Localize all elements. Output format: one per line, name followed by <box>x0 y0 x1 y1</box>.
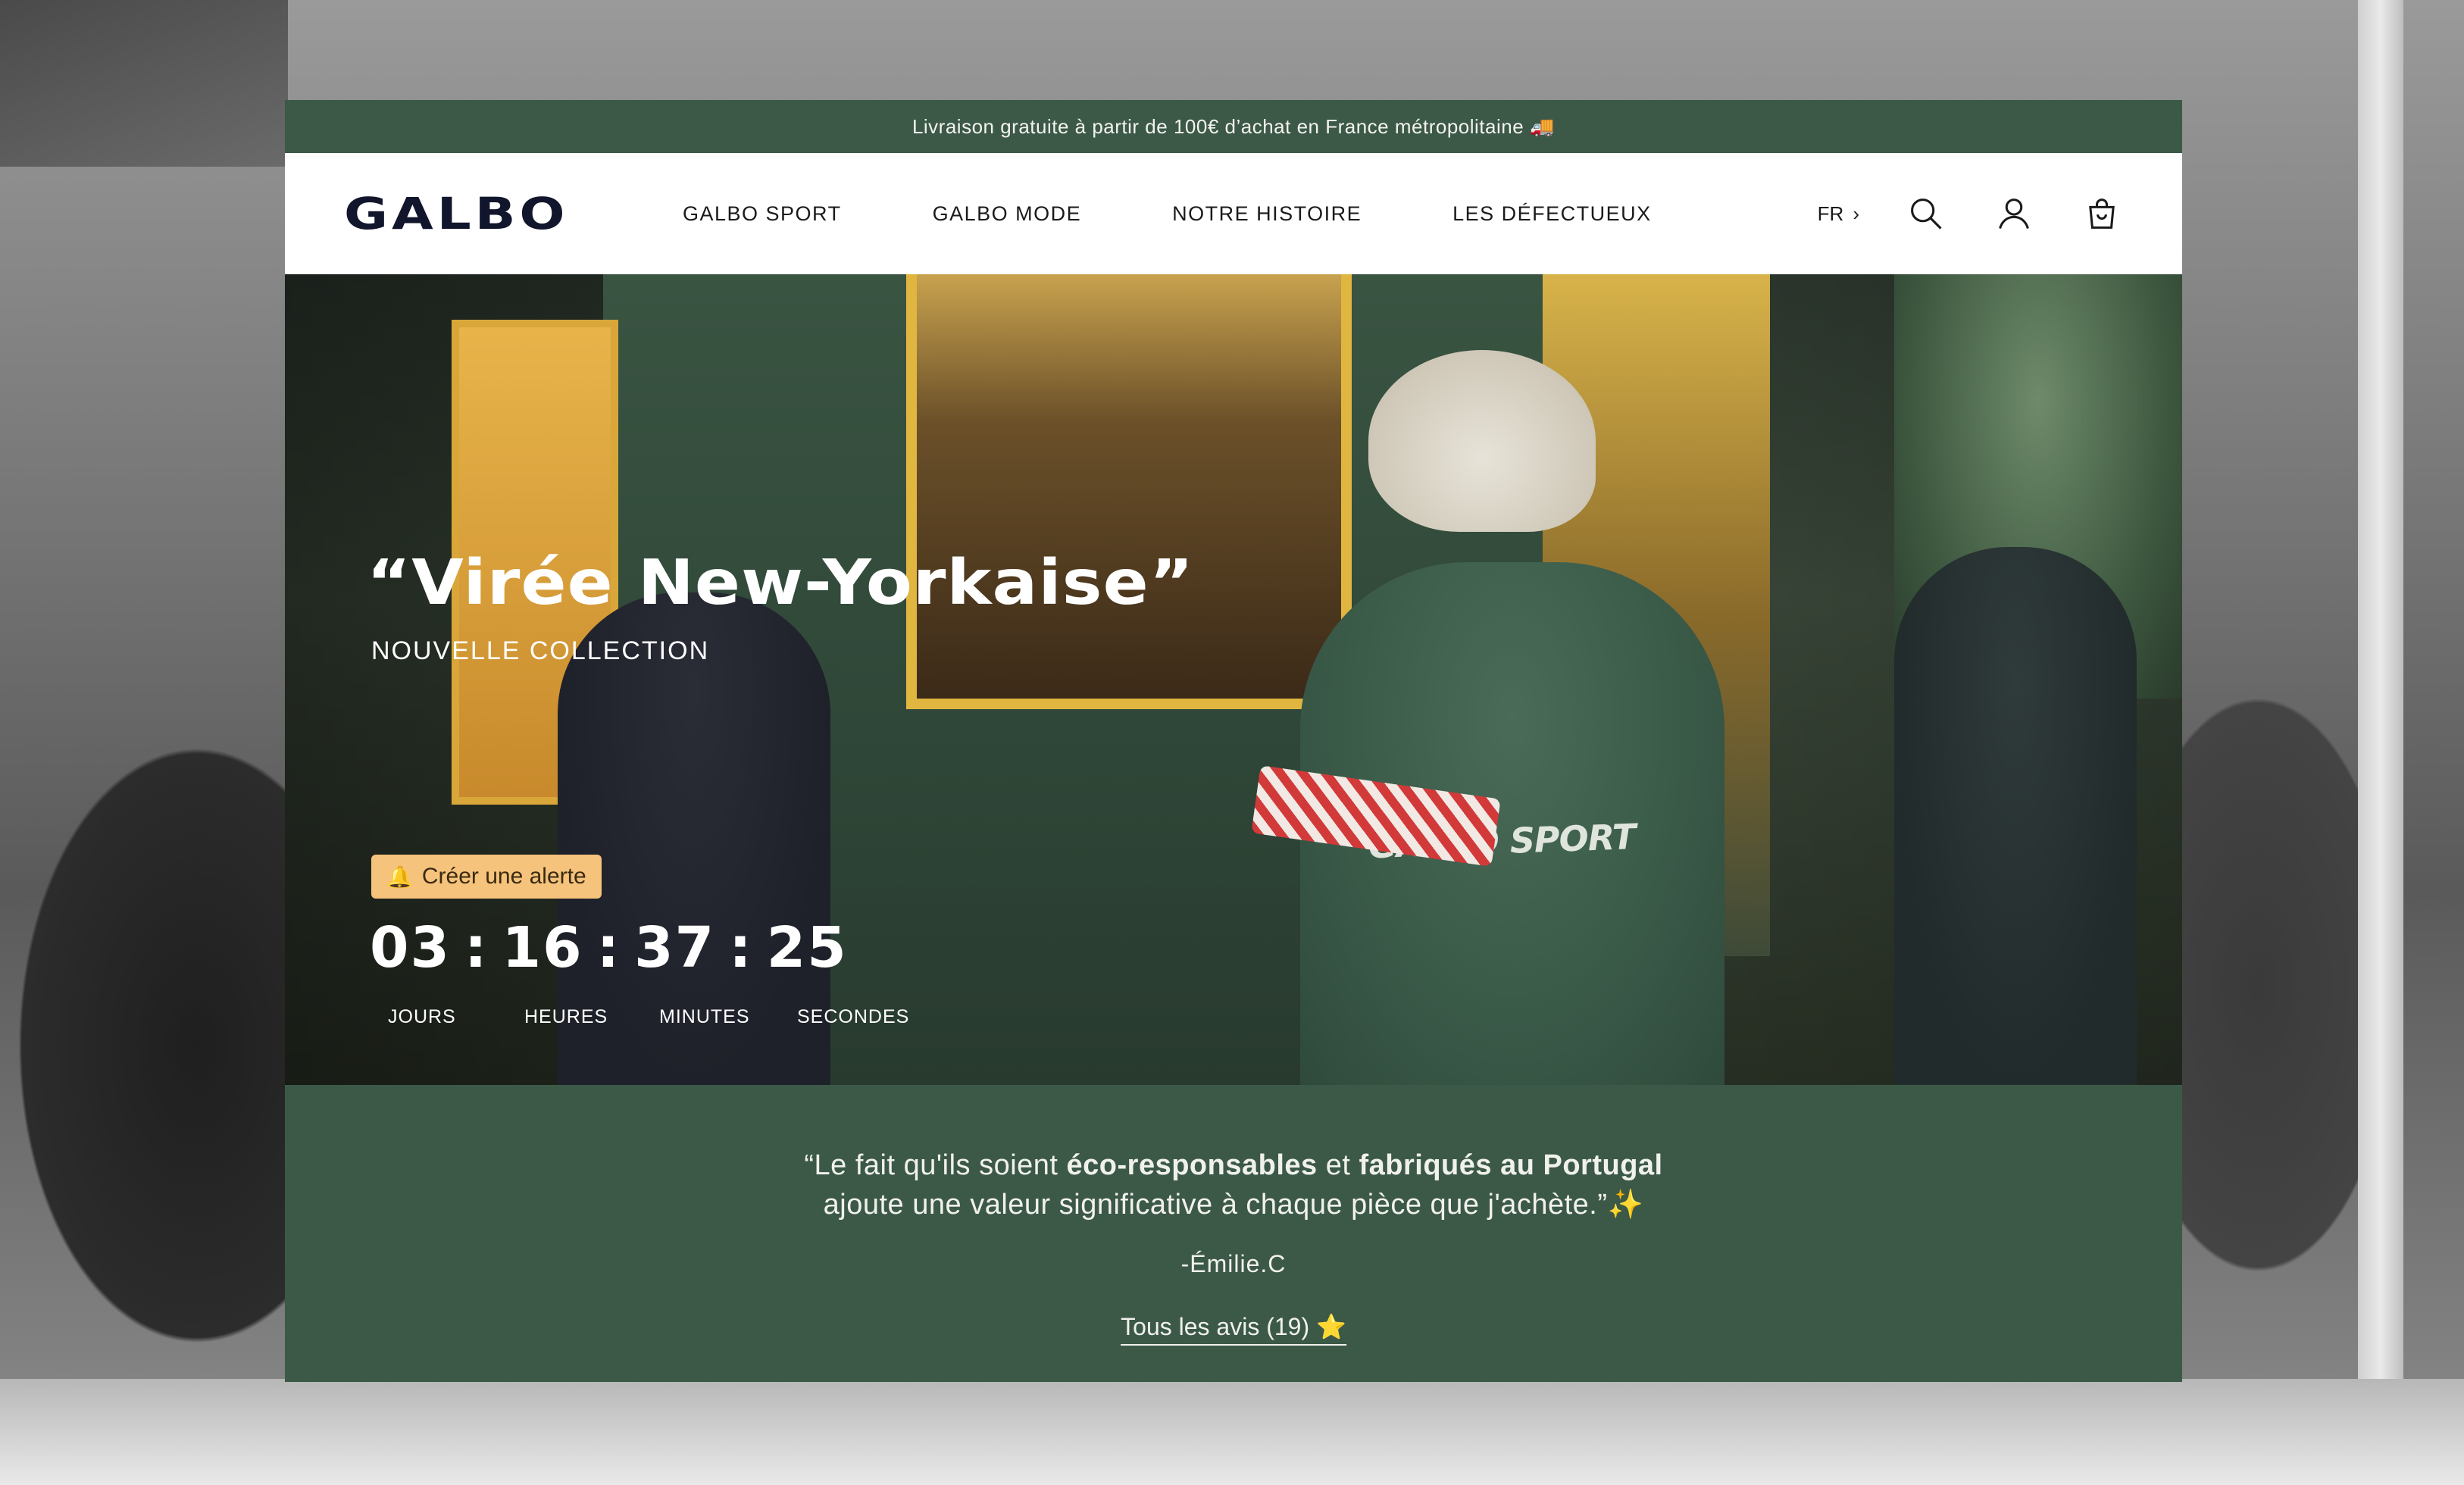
hero-photo-background-person-right <box>1894 547 2137 1085</box>
language-selector[interactable]: FR › <box>1818 202 1859 226</box>
countdown-label-days: JOURS <box>388 1006 456 1027</box>
quote-line-2: ajoute une valeur significative à chaque… <box>285 1185 2182 1224</box>
background-awning <box>0 0 288 167</box>
truck-icon: 🚚 <box>1530 114 1556 138</box>
star-icon: ⭐ <box>1316 1313 1346 1340</box>
quote-text: “Le fait qu'ils soient <box>804 1149 1067 1181</box>
background-ground <box>0 1379 2464 1485</box>
testimonial-section: “Le fait qu'ils soient éco-responsables … <box>285 1085 2182 1382</box>
quote-highlight-portugal: fabriqués au Portugal <box>1359 1149 1663 1181</box>
account-icon <box>1999 199 2029 229</box>
model-cap <box>1368 350 1596 532</box>
quote-line-1: “Le fait qu'ils soient éco-responsables … <box>285 1146 2182 1185</box>
sparkle-icon: ✨ <box>1607 1189 1644 1221</box>
countdown-labels: JOURS HEURES MINUTES SECONDES <box>388 1006 909 1028</box>
announcement-text: Livraison gratuite à partir de 100€ d’ac… <box>911 114 1524 138</box>
countdown-label-hours: HEURES <box>524 1006 608 1027</box>
countdown-timer: 03 : 16 : 37 : 25 <box>370 915 848 980</box>
chevron-right-icon: › <box>1853 202 1859 225</box>
nav-item-galbo-sport[interactable]: GALBO SPORT <box>683 202 842 226</box>
cart-icon <box>2089 199 2115 229</box>
announcement-bar: Livraison gratuite à partir de 100€ d’ac… <box>285 100 2182 153</box>
nav-item-galbo-mode[interactable]: GALBO MODE <box>933 202 1082 226</box>
bell-icon: 🔔 <box>386 864 413 889</box>
header-actions: FR › <box>1818 192 2123 235</box>
hero-title: “Virée New-Yorkaise” <box>367 547 1195 619</box>
hero-photo-model: GALBO SPORT <box>1240 350 1785 1085</box>
countdown-separator: : <box>464 915 489 980</box>
all-reviews-label: Tous les avis (19) <box>1121 1313 1310 1340</box>
hero-subtitle: NOUVELLE COLLECTION <box>371 636 710 665</box>
hero-banner: GALBO SPORT “Virée New-Yorkaise” NOUVELL… <box>285 274 2182 1085</box>
website-window: Livraison gratuite à partir de 100€ d’ac… <box>285 100 2182 1382</box>
quote-highlight-eco: éco-responsables <box>1066 1149 1318 1181</box>
countdown-minutes: 37 <box>634 915 716 980</box>
site-header: GALBO GALBO SPORT GALBO MODE NOTRE HISTO… <box>285 153 2182 274</box>
create-alert-button[interactable]: 🔔 Créer une alerte <box>371 855 602 899</box>
search-icon <box>1911 199 1942 230</box>
countdown-seconds: 25 <box>766 915 848 980</box>
main-nav: GALBO SPORT GALBO MODE NOTRE HISTOIRE LE… <box>683 202 1743 226</box>
language-label: FR <box>1817 202 1844 225</box>
nav-item-notre-histoire[interactable]: NOTRE HISTOIRE <box>1172 202 1362 226</box>
account-button[interactable] <box>1993 192 2035 235</box>
background-pillar <box>2358 0 2403 1485</box>
quote-text: ajoute une valeur significative à chaque… <box>823 1189 1608 1221</box>
cart-button[interactable] <box>2081 192 2123 235</box>
countdown-separator: : <box>596 915 621 980</box>
search-button[interactable] <box>1905 192 1947 235</box>
countdown-hours: 16 <box>502 915 583 980</box>
countdown-days: 03 <box>370 915 451 980</box>
testimonial-quote: “Le fait qu'ils soient éco-responsables … <box>285 1146 2182 1224</box>
countdown-label-minutes: MINUTES <box>659 1006 750 1027</box>
create-alert-label: Créer une alerte <box>421 864 586 889</box>
quote-text: et <box>1317 1149 1359 1181</box>
testimonial-author: -Émilie.C <box>1180 1250 1287 1277</box>
brand-logo[interactable]: GALBO <box>344 188 568 239</box>
all-reviews-link[interactable]: Tous les avis (19) ⭐ <box>1121 1312 1346 1346</box>
countdown-label-seconds: SECONDES <box>797 1006 910 1027</box>
nav-item-les-defectueux[interactable]: LES DÉFECTUEUX <box>1452 202 1652 226</box>
countdown-separator: : <box>729 915 753 980</box>
